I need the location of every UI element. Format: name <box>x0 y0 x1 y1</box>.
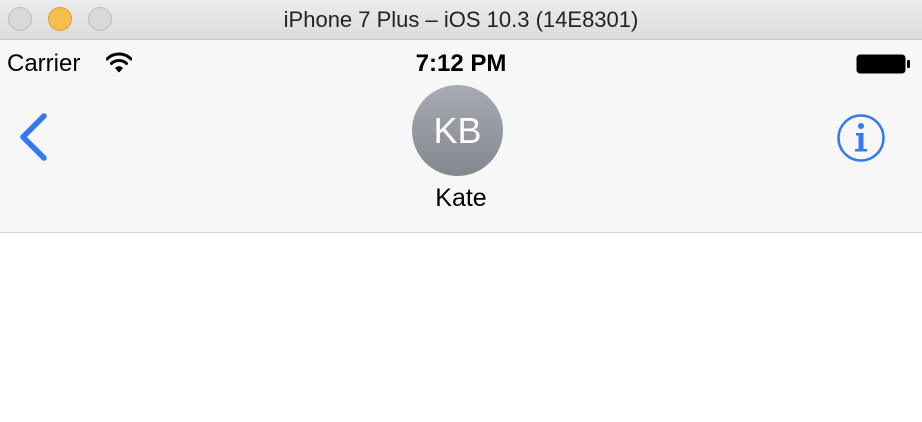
message-thread-area[interactable] <box>0 233 922 422</box>
battery-icon <box>856 54 910 74</box>
info-icon[interactable] <box>836 113 886 163</box>
navigation-bar: Carrier 7:12 PM KB Kate <box>0 40 922 233</box>
window-titlebar: iPhone 7 Plus – iOS 10.3 (14E8301) <box>0 0 922 40</box>
simulator-screen: Carrier 7:12 PM KB Kate <box>0 40 922 422</box>
window-title: iPhone 7 Plus – iOS 10.3 (14E8301) <box>283 7 639 32</box>
status-time: 7:12 PM <box>415 50 507 77</box>
back-chevron-icon[interactable] <box>14 110 54 164</box>
contact-avatar[interactable]: KB <box>412 85 503 176</box>
contact-name[interactable]: Kate <box>0 183 922 213</box>
